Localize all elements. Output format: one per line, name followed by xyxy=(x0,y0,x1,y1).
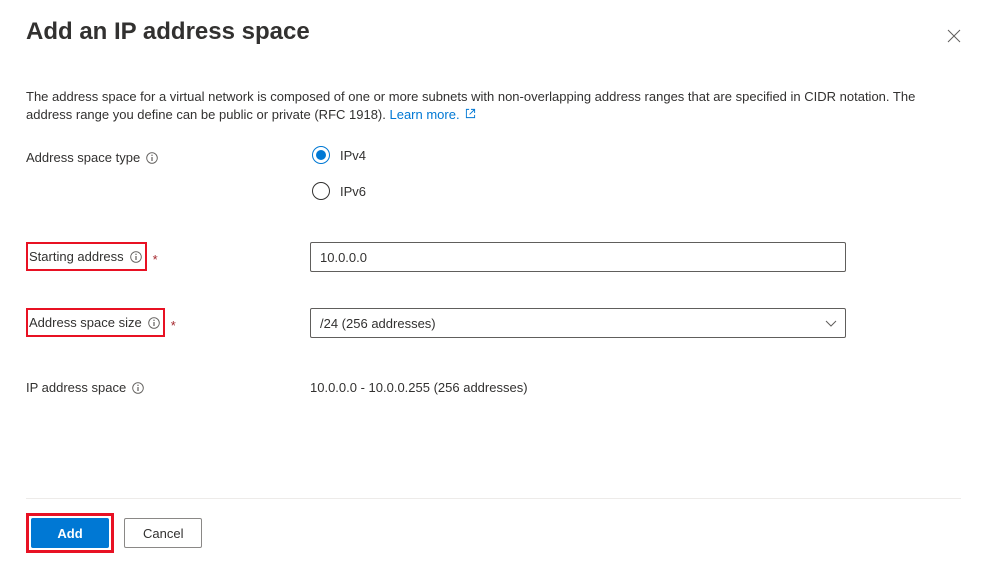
address-space-size-label: Address space size xyxy=(29,315,142,330)
address-space-size-value: /24 (256 addresses) xyxy=(320,316,436,331)
add-button-highlight: Add xyxy=(26,513,114,553)
ip-address-space-label: IP address space xyxy=(26,380,126,395)
footer-separator xyxy=(26,498,961,499)
address-space-size-highlight: Address space size xyxy=(26,308,165,337)
cancel-button[interactable]: Cancel xyxy=(124,518,202,548)
required-indicator: * xyxy=(171,318,176,333)
address-space-type-label: Address space type xyxy=(26,150,140,165)
learn-more-label: Learn more. xyxy=(389,107,459,122)
footer: Add Cancel xyxy=(26,498,961,553)
required-indicator: * xyxy=(153,252,158,267)
address-space-size-select[interactable]: /24 (256 addresses) xyxy=(310,308,846,338)
ipv6-radio-label: IPv6 xyxy=(340,184,366,199)
info-icon[interactable] xyxy=(132,382,144,394)
learn-more-link[interactable]: Learn more. xyxy=(389,107,475,122)
ipv4-radio-label: IPv4 xyxy=(340,148,366,163)
info-icon[interactable] xyxy=(148,317,160,329)
ipv6-radio[interactable]: IPv6 xyxy=(310,182,846,200)
add-button[interactable]: Add xyxy=(31,518,109,548)
external-link-icon xyxy=(465,106,475,116)
description-text: The address space for a virtual network … xyxy=(26,88,941,124)
starting-address-highlight: Starting address xyxy=(26,242,147,271)
address-space-type-radiogroup: IPv4 IPv6 xyxy=(310,144,846,200)
starting-address-label: Starting address xyxy=(29,249,124,264)
radio-unselected-icon xyxy=(312,182,330,200)
ipv4-radio[interactable]: IPv4 xyxy=(310,146,846,164)
page-title: Add an IP address space xyxy=(26,18,310,46)
ip-address-space-value: 10.0.0.0 - 10.0.0.255 (256 addresses) xyxy=(310,374,846,395)
close-icon[interactable] xyxy=(943,24,965,50)
info-icon[interactable] xyxy=(146,152,158,164)
info-icon[interactable] xyxy=(130,251,142,263)
starting-address-input[interactable] xyxy=(310,242,846,272)
radio-selected-icon xyxy=(312,146,330,164)
